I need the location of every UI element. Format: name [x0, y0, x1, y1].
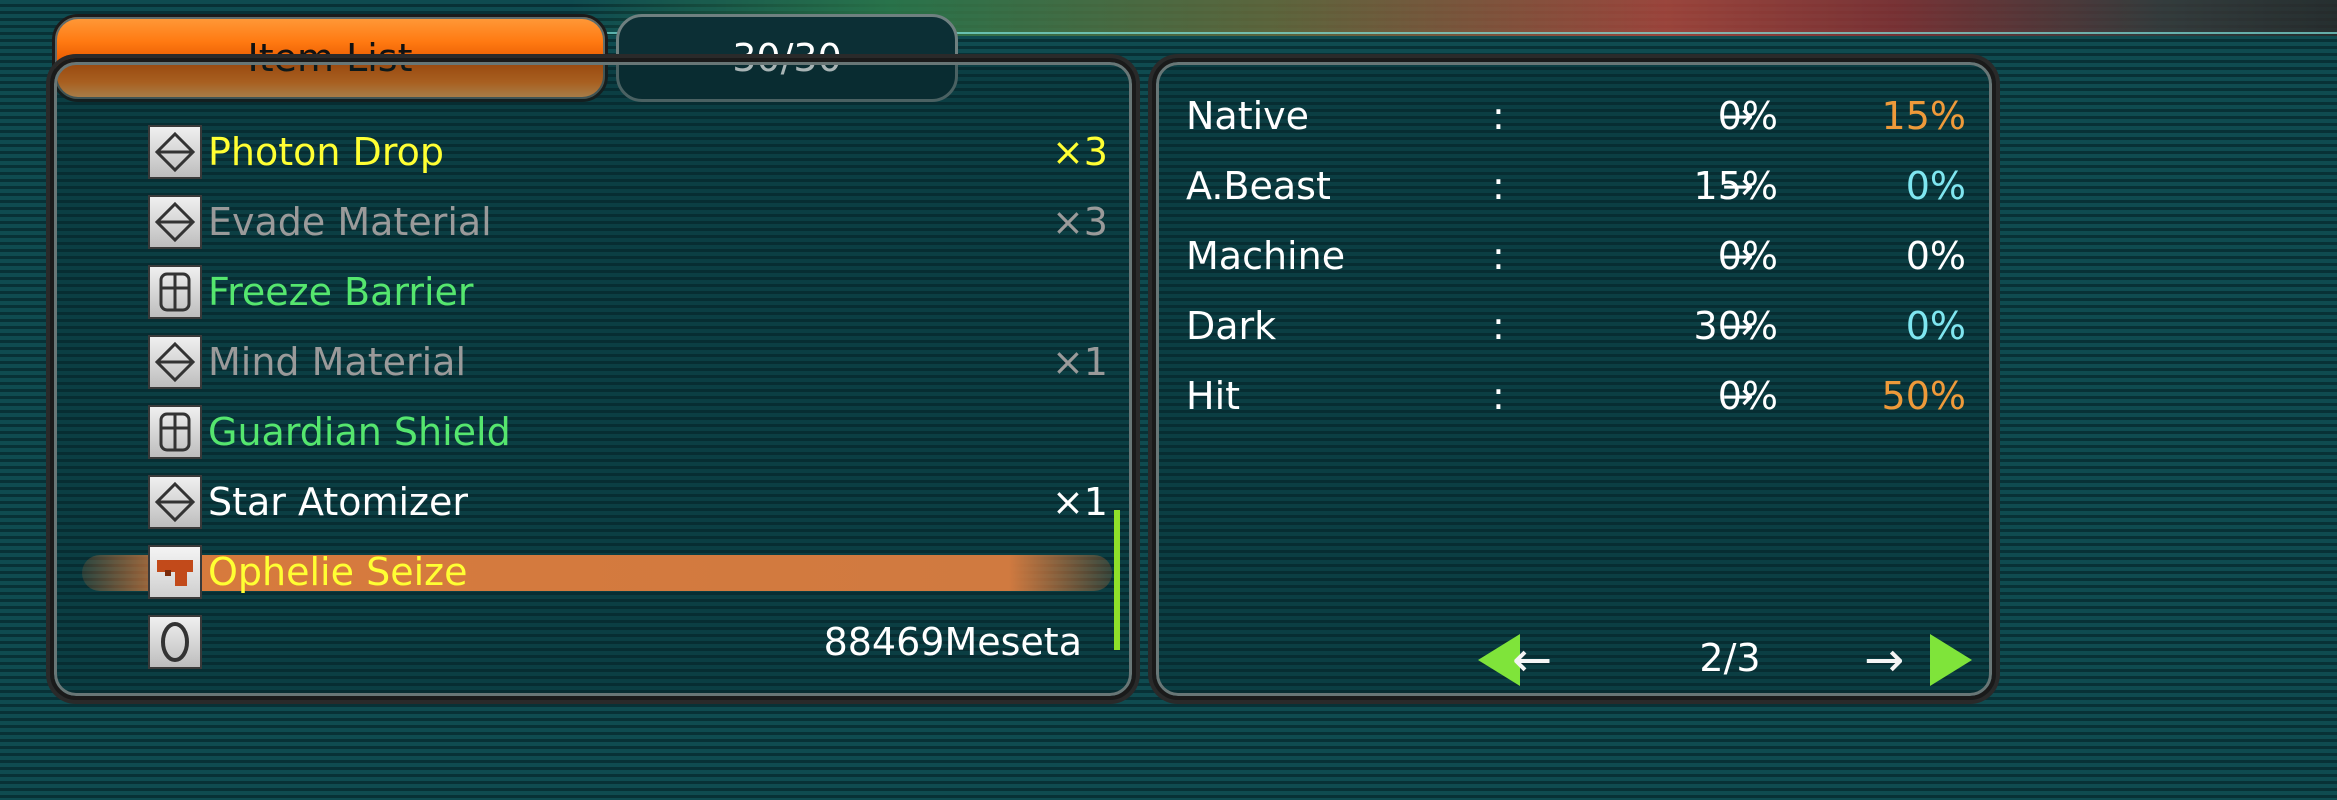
stat-name: A.Beast: [1186, 164, 1331, 208]
stat-row-abeast: A.Beast : 15% → 0%: [1186, 154, 1966, 224]
shield-icon: [148, 265, 202, 319]
scrollbar[interactable]: [1114, 510, 1120, 650]
stat-new-value: 50%: [1881, 374, 1966, 418]
item-name: Evade Material: [208, 200, 492, 244]
stat-row-machine: Machine : 0% → 0%: [1186, 224, 1966, 294]
item-name: Guardian Shield: [208, 410, 511, 454]
list-item[interactable]: Star Atomizer ×1: [148, 467, 1108, 537]
next-page-triangle-icon[interactable]: [1930, 634, 1972, 686]
stat-arrow: →: [1722, 164, 1754, 208]
stat-row-native: Native : 0% → 15%: [1186, 84, 1966, 154]
stat-name: Machine: [1186, 234, 1346, 278]
item-quantity: ×3: [1051, 200, 1108, 244]
stat-new-value: 0%: [1905, 304, 1966, 348]
stat-colon: :: [1492, 94, 1505, 138]
stat-arrow: →: [1722, 94, 1754, 138]
stat-new-value: 15%: [1881, 94, 1966, 138]
meseta-amount: 88469Meseta: [823, 620, 1082, 664]
list-item[interactable]: Evade Material ×3: [148, 187, 1108, 257]
stat-colon: :: [1492, 164, 1505, 208]
shield-icon: [148, 405, 202, 459]
item-name: Star Atomizer: [208, 480, 469, 524]
stat-arrow: →: [1722, 304, 1754, 348]
item-name: Mind Material: [208, 340, 467, 384]
list-item[interactable]: Photon Drop ×3: [148, 117, 1108, 187]
material-diamond-icon: [148, 195, 202, 249]
page-navigator: ← 2/3 →: [1470, 630, 1980, 690]
page-indicator: 2/3: [1699, 636, 1761, 680]
material-diamond-icon: [148, 335, 202, 389]
stat-colon: :: [1492, 304, 1505, 348]
stat-new-value: 0%: [1905, 164, 1966, 208]
stat-arrow: →: [1722, 234, 1754, 278]
material-diamond-icon: [148, 475, 202, 529]
stat-name: Native: [1186, 94, 1310, 138]
list-item[interactable]: Freeze Barrier: [148, 257, 1108, 327]
stat-arrow: →: [1722, 374, 1754, 418]
stat-new-value: 0%: [1905, 234, 1966, 278]
stat-row-hit: Hit : 0% → 50%: [1186, 364, 1966, 434]
item-quantity: ×1: [1051, 480, 1108, 524]
item-quantity: ×1: [1051, 340, 1108, 384]
stat-row-dark: Dark : 30% → 0%: [1186, 294, 1966, 364]
gun-icon: [148, 545, 202, 599]
meseta-coin-icon: [148, 615, 202, 669]
list-item[interactable]: Mind Material ×1: [148, 327, 1108, 397]
stat-colon: :: [1492, 374, 1505, 418]
list-item[interactable]: Guardian Shield: [148, 397, 1108, 467]
stat-name: Hit: [1186, 374, 1241, 418]
meseta-row: 88469Meseta: [148, 607, 1108, 677]
list-item-selected[interactable]: Ophelie Seize: [82, 537, 1112, 607]
item-name: Freeze Barrier: [208, 270, 474, 314]
item-quantity: ×3: [1051, 130, 1108, 174]
item-name: Photon Drop: [208, 130, 444, 174]
previous-page-arrow-icon[interactable]: ←: [1512, 630, 1552, 690]
stat-colon: :: [1492, 234, 1505, 278]
stat-name: Dark: [1186, 304, 1277, 348]
next-page-arrow-icon[interactable]: →: [1864, 630, 1904, 690]
item-name: Ophelie Seize: [208, 550, 468, 594]
material-diamond-icon: [148, 125, 202, 179]
